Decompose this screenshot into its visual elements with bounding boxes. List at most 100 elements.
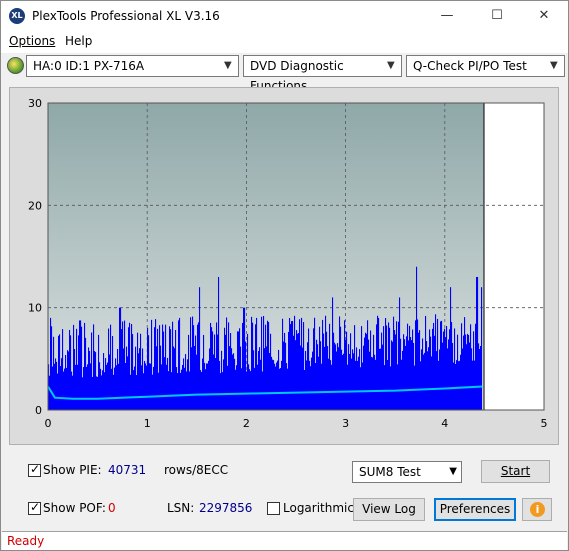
pie-bar	[313, 328, 315, 410]
pie-bar	[174, 348, 176, 410]
check-icon: ✓	[30, 462, 41, 476]
pie-bar	[381, 332, 383, 410]
pie-bar	[349, 353, 351, 410]
pie-bar	[423, 354, 425, 410]
pie-bar	[407, 323, 409, 410]
pie-bar	[301, 317, 303, 410]
pie-bar	[458, 361, 460, 410]
pie-bar	[345, 339, 347, 410]
show-pie-label: Show PIE:	[43, 463, 102, 477]
pie-bar	[119, 307, 121, 410]
pie-bar	[106, 364, 108, 410]
pie-bar	[140, 333, 142, 410]
x-tick-label: 2	[243, 417, 250, 430]
pie-bar	[249, 369, 251, 410]
pie-bar	[400, 338, 402, 410]
pie-bar	[120, 307, 122, 410]
menu-options[interactable]: Options	[9, 34, 55, 48]
pie-bar	[279, 368, 281, 410]
pie-bar	[329, 323, 331, 410]
pie-bar	[57, 373, 59, 410]
pie-bar	[309, 360, 311, 410]
pie-bar	[159, 325, 161, 410]
info-button[interactable]: i	[522, 498, 552, 521]
pie-bar	[388, 322, 390, 410]
pie-bar	[167, 357, 169, 410]
pie-bar	[192, 316, 194, 410]
pie-bar	[92, 376, 94, 410]
status-bar: Ready	[2, 531, 567, 550]
show-pie-checkbox[interactable]: ✓	[28, 462, 41, 477]
pie-bar	[324, 346, 326, 410]
pie-bar	[196, 354, 198, 410]
test-select-value: Q-Check PI/PO Test	[413, 59, 527, 73]
pie-bar	[213, 354, 215, 410]
pie-bar	[72, 375, 74, 410]
control-panel: ✓ Show PIE: 40731 rows/8ECC SUM8 Test ▼ …	[9, 453, 559, 528]
pie-bar	[447, 348, 449, 410]
pie-bar	[346, 331, 348, 410]
minimize-icon[interactable]: —	[424, 1, 470, 31]
pie-bar	[154, 327, 156, 410]
pie-bar	[285, 342, 287, 410]
maximize-icon[interactable]: ☐	[474, 1, 520, 31]
main-window: XL PlexTools Professional XL V3.16 — ☐ ✕…	[0, 0, 569, 551]
start-button-label: Start	[500, 464, 531, 478]
pie-bar	[357, 360, 359, 410]
test-select[interactable]: Q-Check PI/PO Test ▼	[406, 55, 565, 77]
pie-bar	[360, 367, 362, 410]
pie-bar	[117, 348, 119, 410]
show-pof-checkbox[interactable]: ✓	[28, 500, 41, 515]
pie-bar	[365, 332, 367, 410]
pie-bar	[168, 371, 170, 410]
pie-bar	[362, 362, 364, 410]
menu-help[interactable]: Help	[65, 34, 92, 48]
y-tick-label: 30	[28, 97, 42, 110]
pie-bar	[63, 371, 65, 410]
pie-bar	[427, 351, 429, 410]
pie-bar	[475, 323, 477, 410]
pie-bar	[181, 369, 183, 410]
drive-select[interactable]: HA:0 ID:1 PX-716A ▼	[26, 55, 239, 77]
plot-remaining-area	[484, 103, 544, 410]
pie-bar	[244, 307, 246, 410]
close-icon[interactable]: ✕	[521, 1, 567, 31]
pie-bar	[401, 359, 403, 410]
x-tick-label: 5	[541, 417, 548, 430]
logarithmic-checkbox[interactable]	[267, 502, 280, 515]
pie-bar	[341, 349, 343, 410]
title-bar[interactable]: XL PlexTools Professional XL V3.16 — ☐ ✕	[1, 1, 568, 31]
pie-bar	[204, 362, 206, 410]
function-select[interactable]: DVD Diagnostic Functions ▼	[243, 55, 402, 93]
view-log-button[interactable]: View Log	[353, 498, 425, 521]
menu-options-label: Options	[9, 34, 56, 48]
start-button[interactable]: Start	[481, 460, 550, 483]
pie-bar	[338, 347, 340, 410]
pie-bar	[413, 342, 415, 410]
pie-bar	[238, 331, 240, 410]
pie-bar	[311, 357, 313, 410]
preferences-button[interactable]: Preferences	[434, 498, 516, 521]
pie-bar	[55, 358, 57, 410]
pie-bar	[314, 317, 316, 410]
pie-bar	[453, 362, 455, 410]
pie-bar	[143, 373, 145, 410]
pie-bar	[132, 334, 134, 410]
pie-bar	[116, 365, 118, 410]
pie-bar	[294, 315, 296, 410]
pie-bar	[197, 324, 199, 410]
pie-bar	[75, 364, 77, 410]
pie-bar	[406, 336, 408, 410]
pie-bar	[139, 348, 141, 410]
pie-bar	[259, 347, 261, 410]
sum-test-select[interactable]: SUM8 Test ▼	[352, 461, 462, 483]
pie-bar	[308, 328, 310, 410]
pie-bar	[266, 346, 268, 410]
pie-bar	[432, 328, 434, 410]
pie-bar	[253, 350, 255, 410]
pie-bar	[352, 349, 354, 410]
pie-bar	[83, 367, 85, 410]
x-tick-label: 1	[144, 417, 151, 430]
pie-bar	[109, 354, 111, 410]
pie-bar	[228, 322, 230, 410]
